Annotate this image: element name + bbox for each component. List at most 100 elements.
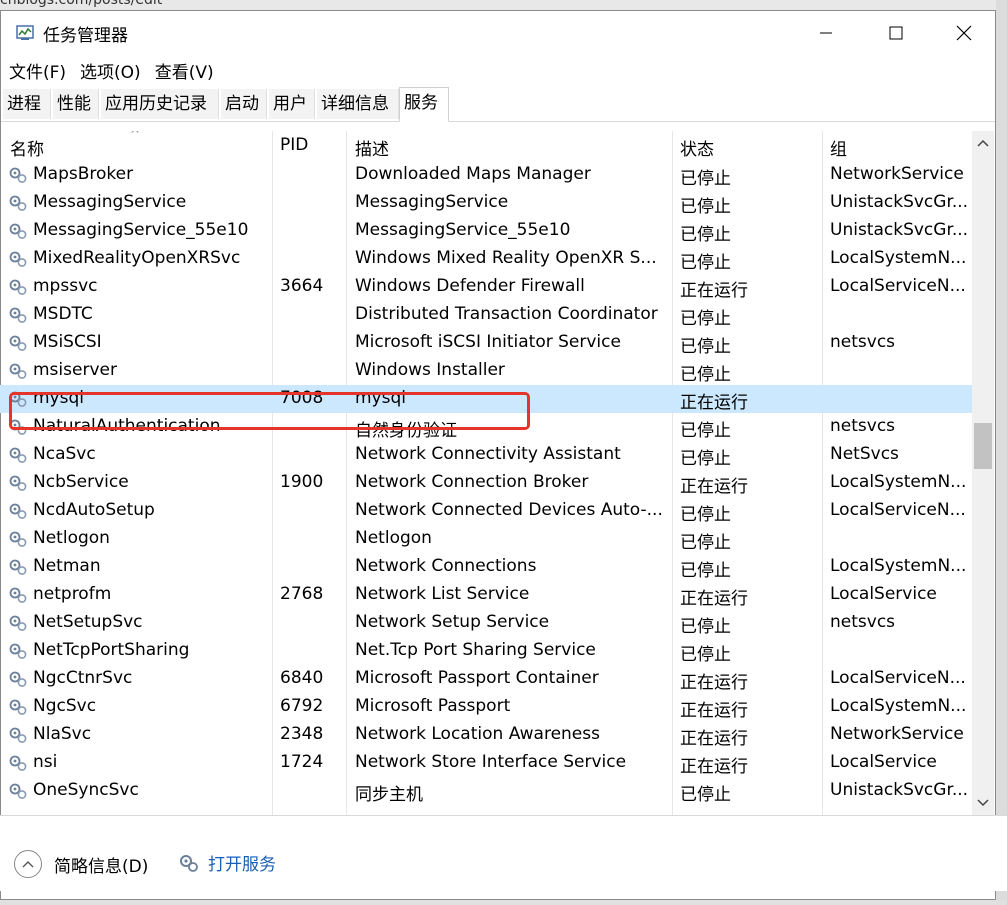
footer-bar: 简略信息(D) 打开服务 bbox=[0, 815, 1007, 891]
service-pid: 1900 bbox=[280, 472, 324, 492]
window-title: 任务管理器 bbox=[43, 26, 128, 46]
menu-view[interactable]: 查看(V) bbox=[147, 55, 220, 85]
column-header-group[interactable]: 组 bbox=[830, 135, 847, 160]
column-header-description[interactable]: 描述 bbox=[355, 135, 389, 160]
tab-performance[interactable]: 性能 bbox=[53, 89, 99, 119]
table-row[interactable]: MSDTC Distributed Transaction Coordinator… bbox=[0, 301, 972, 329]
table-row[interactable]: netprofm 2768 Network List Service 正在运行 Loca… bbox=[0, 581, 972, 609]
table-row[interactable]: NgcSvc 6792 Microsoft Passport 正在运行 LocalSys… bbox=[0, 693, 972, 721]
maximize-button[interactable] bbox=[861, 11, 931, 55]
scrollbar-thumb[interactable] bbox=[974, 423, 992, 469]
service-pid: 6792 bbox=[280, 696, 324, 716]
close-icon bbox=[956, 25, 972, 41]
service-group: netsvcs bbox=[830, 612, 896, 632]
service-status: 正在运行 bbox=[680, 393, 748, 413]
table-row[interactable]: MessagingService MessagingService 已停止 Unist… bbox=[0, 189, 972, 217]
service-name: netprofm bbox=[33, 584, 112, 604]
service-name: nsi bbox=[33, 752, 58, 772]
table-row[interactable]: MixedRealityOpenXRSvc Windows Mixed Reali… bbox=[0, 245, 972, 273]
service-icon bbox=[8, 754, 28, 772]
service-icon bbox=[8, 642, 28, 660]
service-group: NetworkService bbox=[830, 164, 964, 184]
service-group: NetworkService bbox=[830, 724, 964, 744]
service-icon bbox=[8, 726, 28, 744]
service-icon bbox=[8, 194, 28, 212]
service-name: mpssvc bbox=[33, 276, 98, 296]
service-description: Microsoft Passport Container bbox=[355, 668, 599, 688]
title-bar[interactable]: 任务管理器 bbox=[1, 11, 995, 55]
service-name: NcaSvc bbox=[33, 444, 96, 464]
services-gear-icon bbox=[180, 854, 198, 872]
service-name: NgcSvc bbox=[33, 696, 97, 716]
table-row[interactable]: MapsBroker Downloaded Maps Manager 已停止 Netw… bbox=[0, 161, 972, 189]
service-icon bbox=[8, 166, 28, 184]
table-row[interactable]: Netman Network Connections 已停止 LocalSystemN… bbox=[0, 553, 972, 581]
table-row[interactable]: NgcCtnrSvc 6840 Microsoft Passport Contain… bbox=[0, 665, 972, 693]
service-group: LocalService bbox=[830, 584, 937, 604]
service-description: Downloaded Maps Manager bbox=[355, 164, 591, 184]
service-description: 同步主机 bbox=[355, 785, 423, 805]
table-row[interactable]: nsi 1724 Network Store Interface Service 正在… bbox=[0, 749, 972, 777]
column-header-pid[interactable]: PID bbox=[280, 135, 308, 155]
tab-users[interactable]: 用户 bbox=[269, 89, 315, 119]
tab-services[interactable]: 服务 bbox=[399, 87, 449, 122]
service-name: OneSyncSvc bbox=[33, 780, 139, 800]
close-button[interactable] bbox=[929, 11, 999, 55]
service-status: 已停止 bbox=[680, 561, 731, 581]
service-group: UnistackSvcGr... bbox=[830, 220, 969, 240]
table-row[interactable]: NcaSvc Network Connectivity Assistant 已停止 N… bbox=[0, 441, 972, 469]
service-status: 已停止 bbox=[680, 505, 731, 525]
service-name: MessagingService_55e10 bbox=[33, 220, 249, 240]
tab-processes[interactable]: 进程 bbox=[3, 89, 51, 119]
service-description: Network Connectivity Assistant bbox=[355, 444, 621, 464]
table-row[interactable]: mpssvc 3664 Windows Defender Firewall 正在运行 L… bbox=[0, 273, 972, 301]
service-group: LocalSystemN... bbox=[830, 696, 967, 716]
scroll-down-icon[interactable] bbox=[977, 799, 989, 807]
service-status: 已停止 bbox=[680, 225, 731, 245]
table-row[interactable]: MSiSCSI Microsoft iSCSI Initiator Service… bbox=[0, 329, 972, 357]
tab-startup[interactable]: 启动 bbox=[221, 89, 267, 119]
service-description: Network List Service bbox=[355, 584, 530, 604]
menu-file[interactable]: 文件(F) bbox=[1, 55, 72, 85]
service-status: 已停止 bbox=[680, 533, 731, 553]
service-description: Network Location Awareness bbox=[355, 724, 600, 744]
scroll-up-icon[interactable] bbox=[977, 139, 989, 147]
service-icon bbox=[8, 278, 28, 296]
service-status: 已停止 bbox=[680, 449, 731, 469]
table-row[interactable]: MessagingService_55e10 MessagingService_5… bbox=[0, 217, 972, 245]
table-row[interactable]: NcdAutoSetup Network Connected Devices Au… bbox=[0, 497, 972, 525]
service-group: LocalServiceN... bbox=[830, 276, 966, 296]
service-icon bbox=[8, 586, 28, 604]
service-icon bbox=[8, 502, 28, 520]
service-icon bbox=[8, 670, 28, 688]
service-status: 已停止 bbox=[680, 365, 731, 385]
service-status: 已停止 bbox=[680, 645, 731, 665]
service-icon bbox=[8, 530, 28, 548]
table-row[interactable]: NetSetupSvc Network Setup Service 已停止 netsv… bbox=[0, 609, 972, 637]
open-services-link[interactable]: 打开服务 bbox=[178, 850, 276, 875]
service-description: Network Connected Devices Auto-... bbox=[355, 500, 663, 520]
service-name: Netman bbox=[33, 556, 101, 576]
service-status: 正在运行 bbox=[680, 477, 748, 497]
service-name: NgcCtnrSvc bbox=[33, 668, 133, 688]
minimize-button[interactable] bbox=[791, 11, 861, 55]
fewer-details-button[interactable]: 简略信息(D) bbox=[14, 850, 148, 878]
table-row[interactable]: NlaSvc 2348 Network Location Awareness 正在运行… bbox=[0, 721, 972, 749]
table-row[interactable]: msiserver Windows Installer 已停止 bbox=[0, 357, 972, 385]
vertical-scrollbar[interactable] bbox=[972, 131, 994, 815]
column-header-status[interactable]: 状态 bbox=[680, 135, 714, 160]
column-header-name[interactable]: 名称 bbox=[10, 135, 44, 160]
service-status: 已停止 bbox=[680, 169, 731, 189]
tab-app-history[interactable]: 应用历史记录 bbox=[101, 89, 219, 119]
service-pid: 1724 bbox=[280, 752, 324, 772]
menu-options[interactable]: 选项(O) bbox=[72, 55, 147, 85]
service-description: Network Store Interface Service bbox=[355, 752, 627, 772]
table-row[interactable]: OneSyncSvc 同步主机 已停止 UnistackSvcGr... bbox=[0, 777, 972, 805]
tab-details[interactable]: 详细信息 bbox=[317, 89, 399, 119]
service-status: 正在运行 bbox=[680, 757, 748, 777]
table-row[interactable]: NcbService 1900 Network Connection Broker 正… bbox=[0, 469, 972, 497]
background-browser-strip: cnblogs.com/posts/edit bbox=[0, 0, 1007, 10]
table-row[interactable]: Netlogon Netlogon 已停止 bbox=[0, 525, 972, 553]
service-description: Net.Tcp Port Sharing Service bbox=[355, 640, 596, 660]
table-row[interactable]: NetTcpPortSharing Net.Tcp Port Sharing Se… bbox=[0, 637, 972, 665]
